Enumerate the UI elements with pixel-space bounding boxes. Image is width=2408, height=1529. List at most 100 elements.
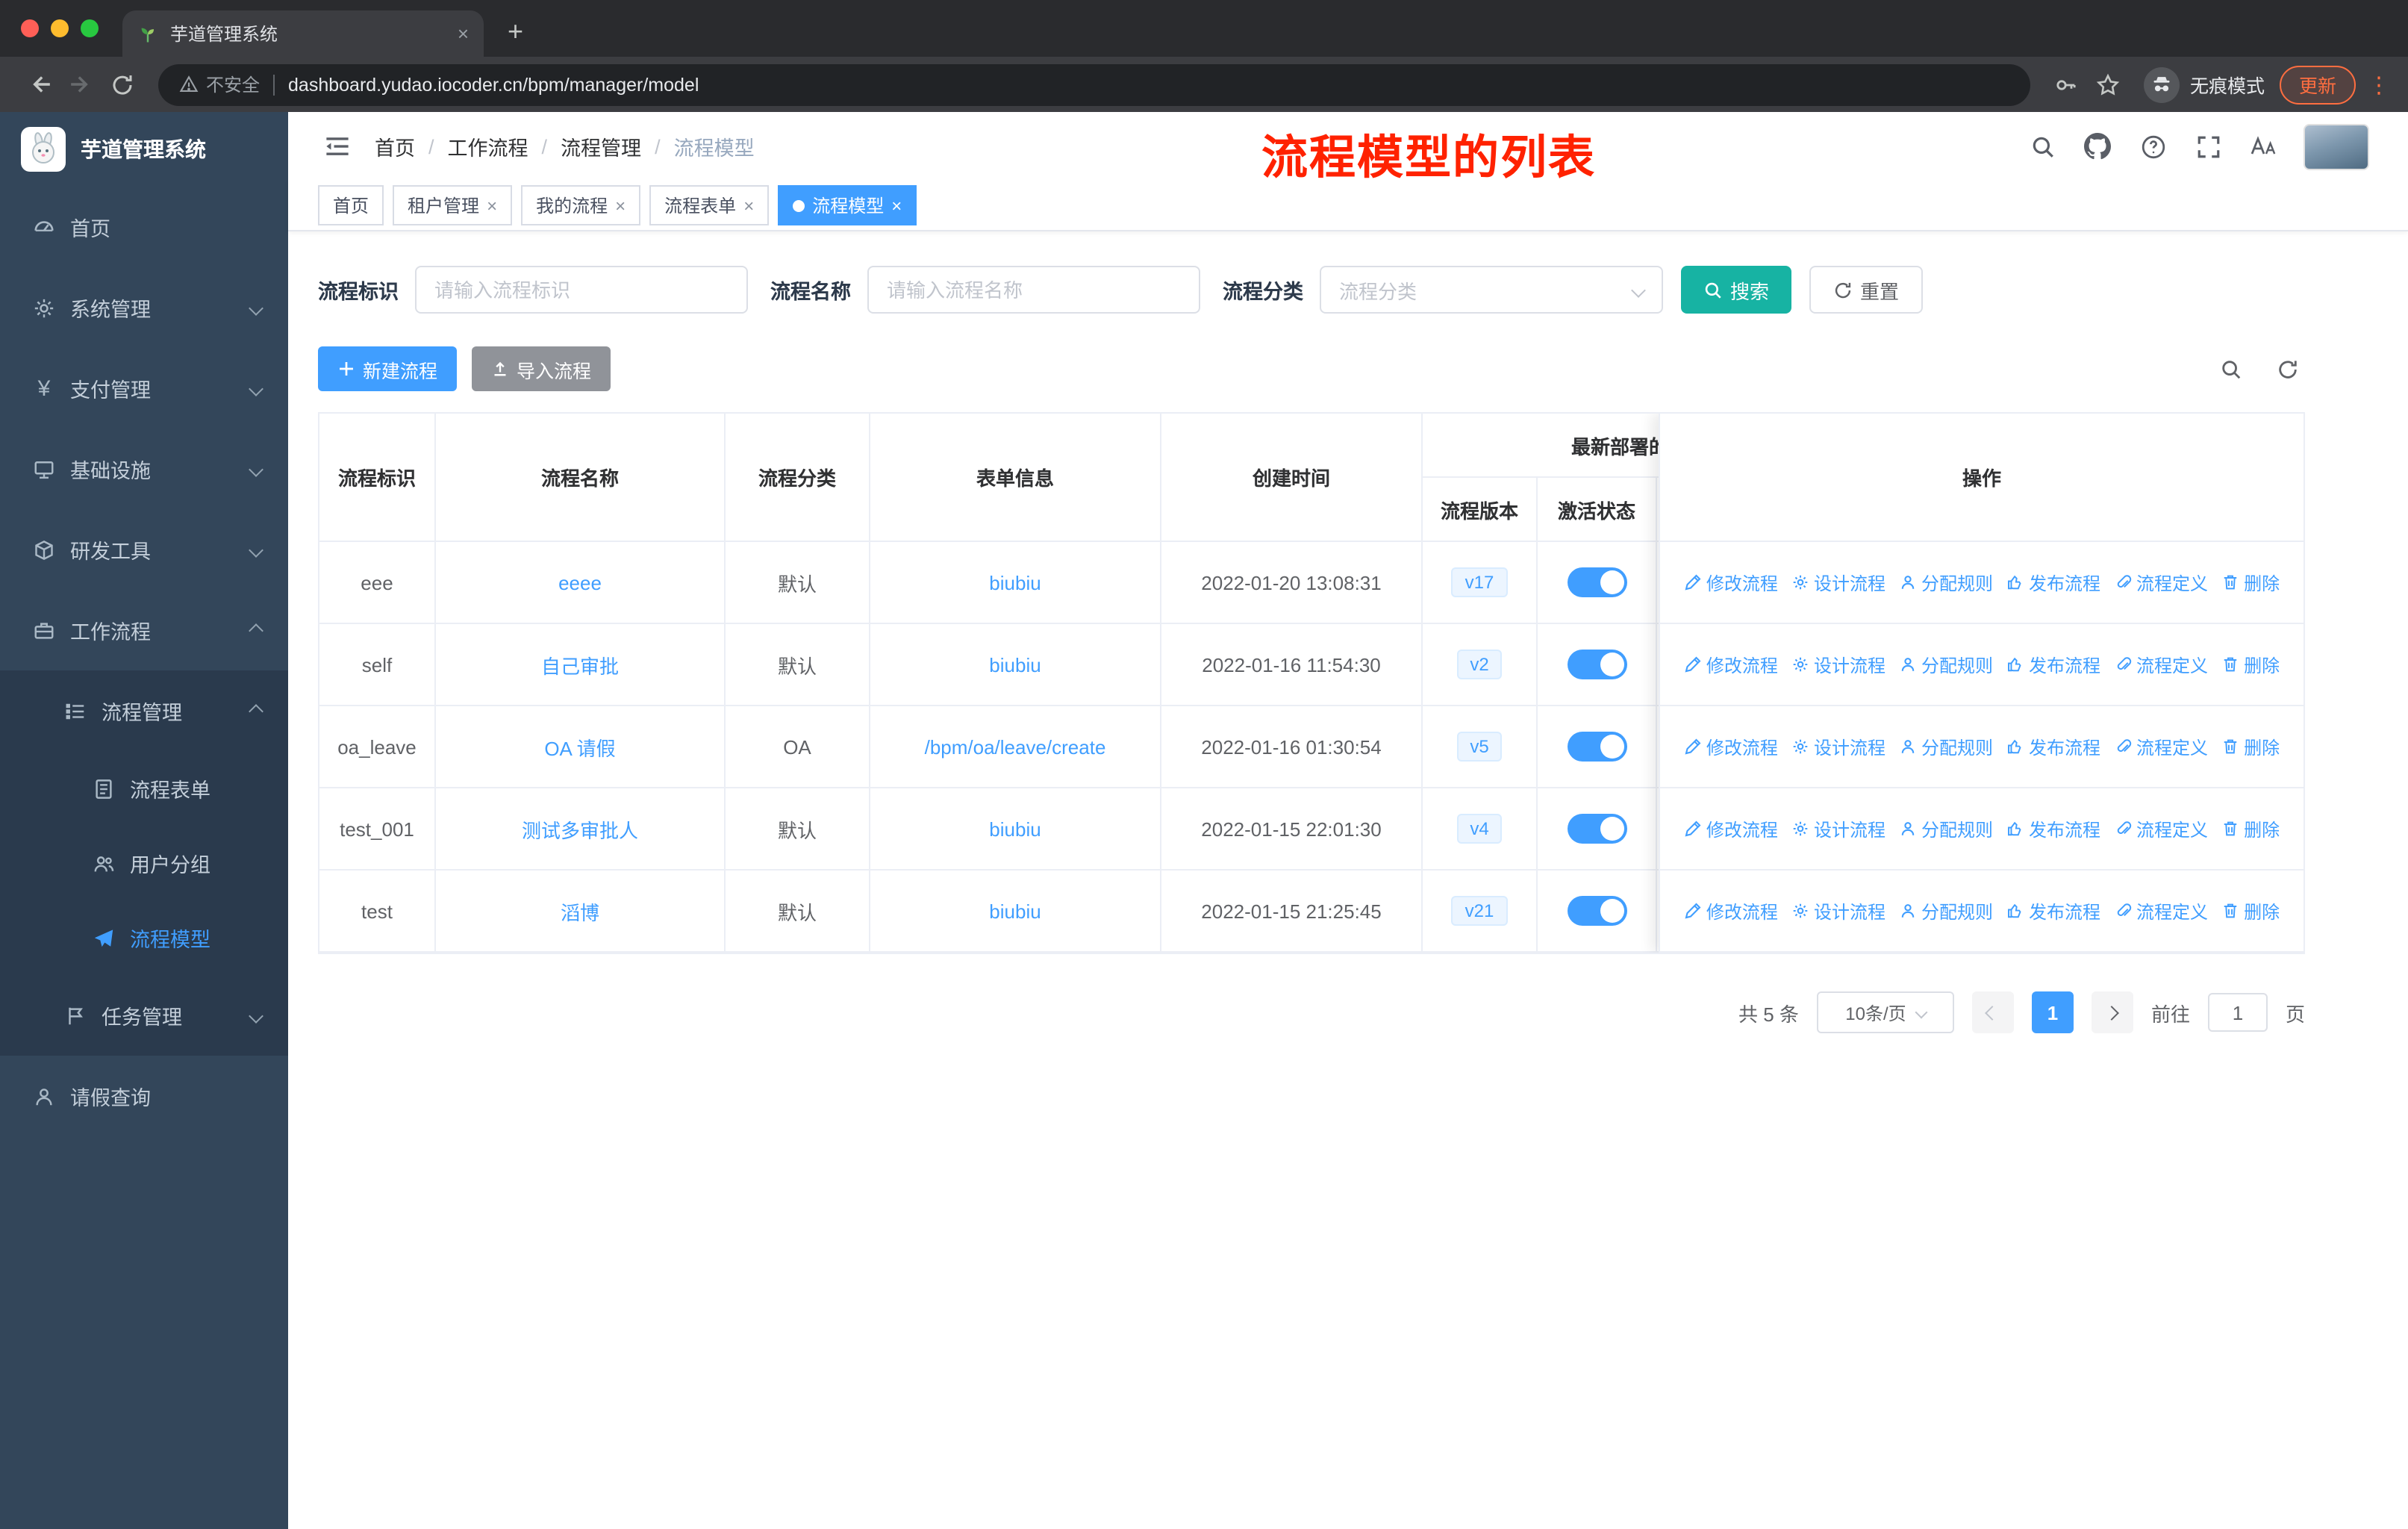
version-badge[interactable]: v4 [1456, 814, 1503, 844]
tab-close-icon[interactable]: × [458, 22, 469, 45]
version-badge[interactable]: v5 [1456, 732, 1503, 762]
fullscreen-icon[interactable] [2193, 131, 2223, 161]
table-search-icon[interactable] [2220, 358, 2242, 380]
close-icon[interactable]: × [615, 195, 626, 216]
assign-rule-link[interactable]: 分配规则 [1899, 570, 1993, 595]
process-definition-link[interactable]: 流程定义 [2114, 652, 2208, 677]
assign-rule-link[interactable]: 分配规则 [1899, 652, 1993, 677]
sidebar-item-process-form[interactable]: 流程表单 [0, 751, 288, 826]
browser-menu-icon[interactable]: ⋮ [2368, 71, 2390, 98]
edit-process-link[interactable]: 修改流程 [1684, 570, 1778, 595]
create-process-button[interactable]: 新建流程 [318, 346, 458, 391]
reset-button[interactable]: 重置 [1809, 266, 1924, 314]
back-icon[interactable] [18, 63, 60, 105]
edit-process-link[interactable]: 修改流程 [1684, 734, 1778, 759]
assign-rule-link[interactable]: 分配规则 [1899, 734, 1993, 759]
sidebar-item-devtools[interactable]: 研发工具 [0, 509, 288, 590]
assign-rule-link[interactable]: 分配规则 [1899, 898, 1993, 924]
delete-link[interactable]: 删除 [2221, 734, 2280, 759]
breadcrumb-item[interactable]: 首页 [375, 131, 415, 161]
sidebar-item-payment[interactable]: ¥ 支付管理 [0, 348, 288, 429]
form-link[interactable]: biubiu [989, 571, 1041, 594]
close-icon[interactable]: × [743, 195, 754, 216]
sidebar-item-workflow[interactable]: 工作流程 [0, 590, 288, 670]
sidebar-item-process-model[interactable]: 流程模型 [0, 900, 288, 975]
sidebar-item-system[interactable]: 系统管理 [0, 267, 288, 348]
process-definition-link[interactable]: 流程定义 [2114, 816, 2208, 841]
next-page-button[interactable] [2091, 991, 2133, 1033]
sidebar-item-process-mgmt[interactable]: 流程管理 [0, 670, 288, 751]
close-icon[interactable]: × [487, 195, 497, 216]
publish-process-link[interactable]: 发布流程 [2006, 570, 2100, 595]
tag-tenant[interactable]: 租户管理 × [393, 185, 513, 225]
update-button[interactable]: 更新 [2279, 65, 2356, 104]
maximize-window-button[interactable] [81, 19, 99, 37]
import-process-button[interactable]: 导入流程 [472, 346, 611, 391]
publish-process-link[interactable]: 发布流程 [2006, 898, 2100, 924]
process-definition-link[interactable]: 流程定义 [2114, 898, 2208, 924]
help-icon[interactable] [2138, 131, 2168, 161]
form-link[interactable]: biubiu [989, 653, 1041, 676]
github-icon[interactable] [2083, 131, 2112, 161]
bookmark-star-icon[interactable] [2087, 63, 2129, 105]
process-name-link[interactable]: OA 请假 [544, 737, 615, 759]
design-process-link[interactable]: 设计流程 [1791, 898, 1885, 924]
breadcrumb-item[interactable]: 工作流程 [448, 131, 528, 161]
category-select[interactable]: 流程分类 [1320, 266, 1663, 314]
sidebar-item-user-group[interactable]: 用户分组 [0, 826, 288, 900]
process-name-link[interactable]: 自己审批 [541, 655, 619, 677]
design-process-link[interactable]: 设计流程 [1791, 734, 1885, 759]
design-process-link[interactable]: 设计流程 [1791, 652, 1885, 677]
edit-process-link[interactable]: 修改流程 [1684, 652, 1778, 677]
design-process-link[interactable]: 设计流程 [1791, 570, 1885, 595]
prev-page-button[interactable] [1971, 991, 2014, 1033]
new-tab-button[interactable]: + [508, 16, 523, 48]
process-key-input[interactable] [415, 266, 748, 314]
version-badge[interactable]: v2 [1456, 650, 1503, 679]
close-icon[interactable]: × [891, 195, 902, 216]
delete-link[interactable]: 删除 [2221, 898, 2280, 924]
edit-process-link[interactable]: 修改流程 [1684, 898, 1778, 924]
page-number-button[interactable]: 1 [2031, 991, 2074, 1033]
sidebar-logo[interactable]: 芋道管理系统 [0, 112, 288, 187]
version-badge[interactable]: v17 [1451, 567, 1508, 597]
design-process-link[interactable]: 设计流程 [1791, 816, 1885, 841]
delete-link[interactable]: 删除 [2221, 816, 2280, 841]
delete-link[interactable]: 删除 [2221, 570, 2280, 595]
process-definition-link[interactable]: 流程定义 [2114, 570, 2208, 595]
user-avatar[interactable] [2303, 123, 2369, 169]
process-name-link[interactable]: eeee [558, 571, 602, 594]
tag-process-form[interactable]: 流程表单 × [649, 185, 770, 225]
address-bar[interactable]: 不安全 dashboard.yudao.iocoder.cn/bpm/manag… [158, 63, 2030, 105]
form-link[interactable]: biubiu [989, 900, 1041, 922]
sidebar-item-home[interactable]: 首页 [0, 187, 288, 267]
search-button[interactable]: 搜索 [1681, 266, 1792, 314]
active-toggle[interactable] [1567, 814, 1626, 844]
version-badge[interactable]: v21 [1451, 896, 1508, 926]
table-refresh-icon[interactable] [2277, 358, 2299, 380]
process-name-input[interactable] [867, 266, 1200, 314]
tag-my-process[interactable]: 我的流程 × [521, 185, 641, 225]
delete-link[interactable]: 删除 [2221, 652, 2280, 677]
url-text[interactable]: dashboard.yudao.iocoder.cn/bpm/manager/m… [288, 74, 699, 95]
forward-icon[interactable] [60, 63, 102, 105]
sidebar-item-task-mgmt[interactable]: 任务管理 [0, 975, 288, 1056]
assign-rule-link[interactable]: 分配规则 [1899, 816, 1993, 841]
sidebar-item-leave-query[interactable]: 请假查询 [0, 1056, 288, 1136]
process-definition-link[interactable]: 流程定义 [2114, 734, 2208, 759]
active-toggle[interactable] [1567, 896, 1626, 926]
active-toggle[interactable] [1567, 650, 1626, 679]
security-indicator[interactable]: 不安全 [179, 72, 260, 97]
key-icon[interactable] [2045, 63, 2087, 105]
tag-process-model[interactable]: 流程模型 × [778, 185, 917, 225]
font-size-icon[interactable] [2248, 131, 2278, 161]
publish-process-link[interactable]: 发布流程 [2006, 652, 2100, 677]
publish-process-link[interactable]: 发布流程 [2006, 734, 2100, 759]
hamburger-icon[interactable] [324, 133, 351, 160]
reload-icon[interactable] [102, 63, 143, 105]
breadcrumb-item[interactable]: 流程管理 [561, 131, 641, 161]
search-icon[interactable] [2027, 131, 2057, 161]
window-controls[interactable] [0, 19, 122, 57]
close-window-button[interactable] [21, 19, 39, 37]
active-toggle[interactable] [1567, 732, 1626, 762]
